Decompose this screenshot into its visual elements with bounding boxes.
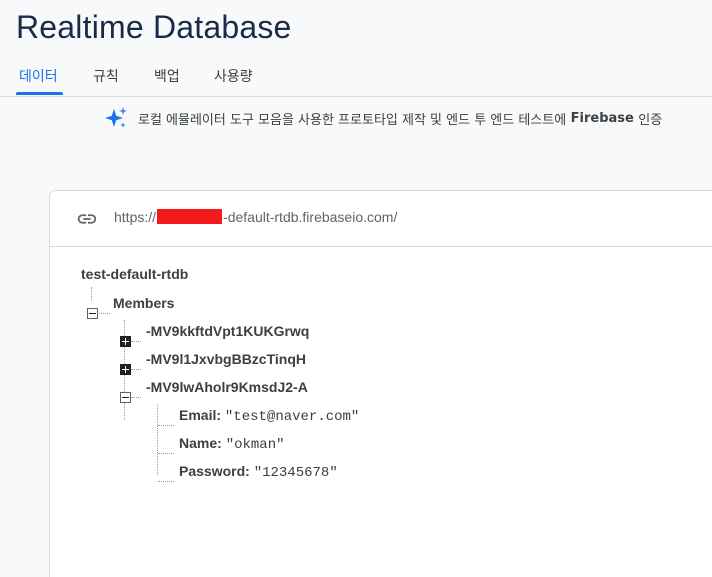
realtime-database-page: Realtime Database 데이터 규칙 백업 사용량 로컬 에뮬레이터… (0, 0, 712, 577)
database-url-bar: https:// -default-rtdb.firebaseio.com/ (50, 191, 712, 247)
connector (158, 481, 174, 482)
expand-toggle[interactable] (120, 336, 131, 347)
tree-root[interactable]: test-default-rtdb (81, 266, 188, 282)
field-name: Password: (179, 463, 250, 479)
tree-node-entry[interactable]: -MV9kkftdVpt1KUKGrwq (146, 323, 309, 339)
tab-usage[interactable]: 사용량 (214, 66, 253, 86)
page-title: Realtime Database (16, 9, 292, 45)
url-suffix: -default-rtdb.firebaseio.com/ (223, 209, 398, 225)
tree-node-entry[interactable]: -MV9lwAholr9KmsdJ2-A (146, 379, 308, 395)
connector (157, 404, 158, 475)
field-name: Email: (179, 407, 222, 423)
field-value[interactable]: "test@naver.com" (225, 409, 359, 425)
connector (131, 397, 141, 398)
tab-backups[interactable]: 백업 (154, 66, 180, 86)
banner-text: 로컬 에뮬레이터 도구 모음을 사용한 프로토타입 제작 및 엔드 투 엔드 테… (138, 112, 567, 128)
sparkle-icon (105, 107, 127, 128)
connector (158, 453, 174, 454)
database-card: https:// -default-rtdb.firebaseio.com/ te… (49, 190, 712, 577)
connector (158, 425, 174, 426)
redacted-segment (157, 209, 223, 224)
banner-brand: Firebase (570, 110, 634, 126)
data-tree: test-default-rtdb Members -MV9kkftdVpt1K… (50, 246, 712, 577)
connector (96, 313, 110, 314)
field-value[interactable]: "okman" (226, 437, 285, 453)
connector (131, 341, 141, 342)
field-name: Name: (179, 435, 222, 451)
banner-tail: 인증 (638, 112, 663, 128)
tree-node-members[interactable]: Members (113, 295, 174, 311)
tab-bar: 데이터 규칙 백업 사용량 (0, 60, 712, 97)
connector (91, 287, 92, 301)
link-icon[interactable] (76, 208, 98, 230)
field-row-password[interactable]: Password: "12345678" (179, 463, 338, 481)
collapse-toggle[interactable] (120, 392, 131, 403)
collapse-toggle[interactable] (87, 308, 98, 319)
expand-toggle[interactable] (120, 364, 131, 375)
tree-node-entry[interactable]: -MV9l1JxvbgBBzcTinqH (146, 351, 306, 367)
field-value[interactable]: "12345678" (254, 465, 338, 481)
active-tab-indicator (16, 92, 63, 95)
field-row-name[interactable]: Name: "okman" (179, 435, 285, 453)
connector (131, 369, 141, 370)
emulator-banner[interactable]: 로컬 에뮬레이터 도구 모음을 사용한 프로토타입 제작 및 엔드 투 엔드 테… (104, 106, 662, 130)
field-row-email[interactable]: Email: "test@naver.com" (179, 407, 359, 425)
tab-rules[interactable]: 규칙 (93, 66, 119, 86)
url-prefix: https:// (114, 209, 157, 225)
tab-data[interactable]: 데이터 (19, 66, 58, 86)
database-url[interactable]: https:// -default-rtdb.firebaseio.com/ (114, 209, 397, 225)
